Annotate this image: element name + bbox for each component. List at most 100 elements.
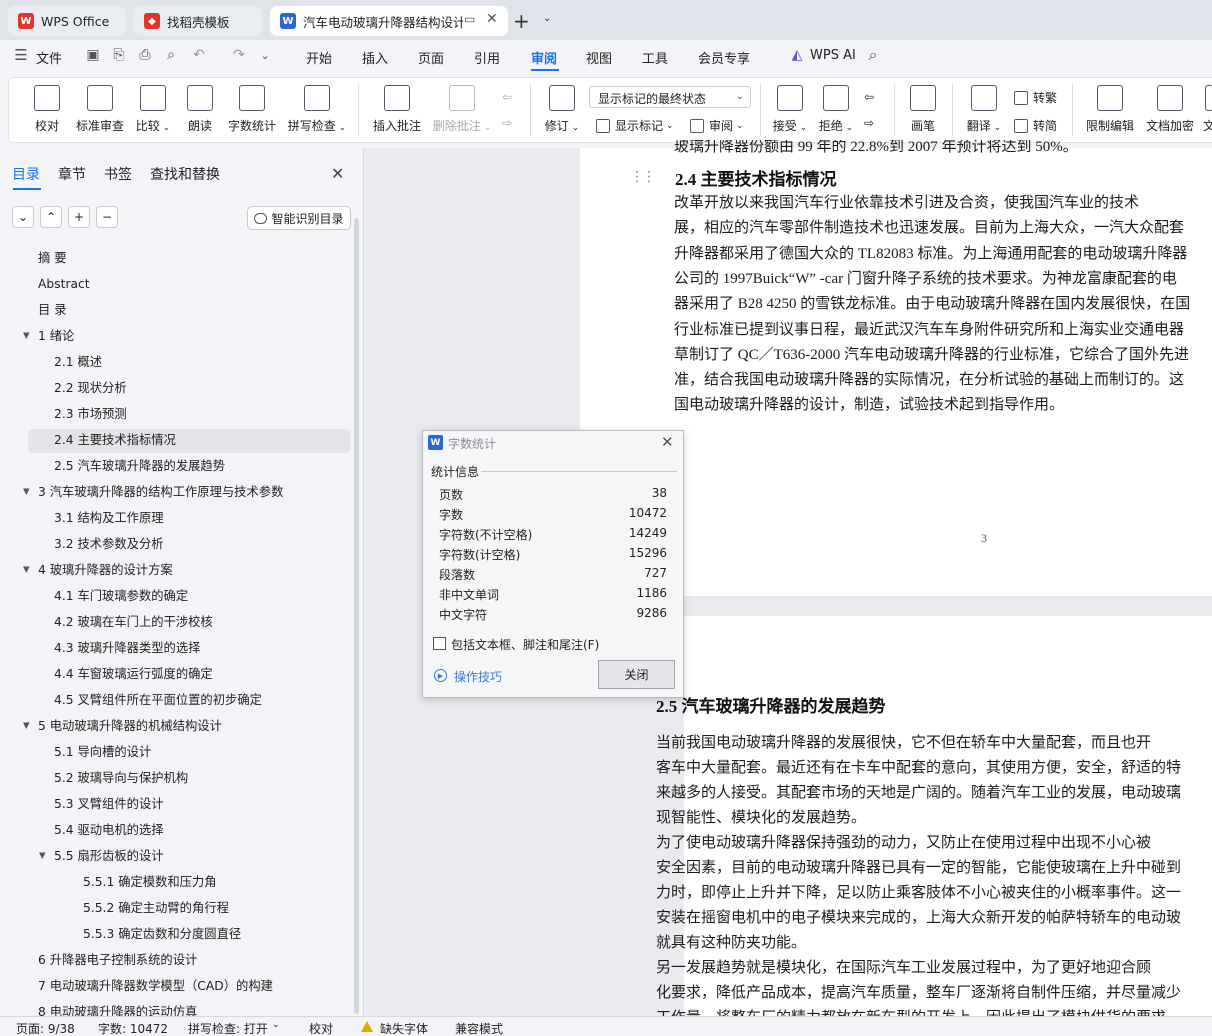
redo-icon[interactable]: ↷ (230, 46, 248, 64)
show-markup-button[interactable]: 显示标记 ⌄ (596, 117, 674, 134)
tab-window-icon[interactable]: ▭ (464, 12, 475, 26)
pen-button[interactable]: 画笔 (908, 85, 938, 134)
include-textbox-label[interactable]: 包括文本框、脚注和尾注(F) (451, 636, 599, 653)
track-changes-button[interactable]: 修订 ⌄ (542, 85, 582, 134)
page-indicator[interactable]: 页面: 9/38 (16, 1020, 75, 1036)
read-aloud-button[interactable]: 朗读 (184, 85, 216, 134)
expand-caret-icon[interactable]: ▼ (23, 487, 30, 497)
word-count-indicator[interactable]: 字数: 10472 (98, 1020, 168, 1036)
expand-caret-icon[interactable]: ▼ (39, 851, 46, 861)
chevron-down-icon[interactable]: ⌄ (256, 46, 274, 64)
print-preview-icon[interactable]: ⌕ (162, 46, 180, 64)
toc-item[interactable]: 2.2 现状分析 (54, 378, 127, 398)
tab-wps-office[interactable]: W WPS Office (8, 6, 126, 36)
to-traditional-button[interactable]: 转繁 (1014, 89, 1057, 106)
toc-item[interactable]: 6 升降器电子控制系统的设计 (38, 950, 197, 970)
toc-item[interactable]: 5 电动玻璃升降器的机械结构设计 (38, 716, 222, 736)
close-button[interactable]: 关闭 (598, 660, 675, 689)
search-icon[interactable]: ⌕ (864, 45, 882, 64)
toc-item[interactable]: 1 绪论 (38, 326, 74, 346)
toc-item[interactable]: 2.5 汽车玻璃升降器的发展趋势 (54, 456, 225, 476)
accept-button[interactable]: 接受 ⌄ (772, 85, 808, 134)
expand-caret-icon[interactable]: ▼ (23, 721, 30, 731)
new-tab-icon[interactable]: + (513, 9, 530, 33)
spell-check-button[interactable]: 拼写检查 ⌄ (287, 85, 347, 134)
add-heading-button[interactable]: + (68, 206, 90, 228)
drag-handle-icon[interactable]: ⋮⋮ (630, 169, 656, 185)
next-change-icon[interactable]: ⇨ (864, 116, 874, 130)
toc-item[interactable]: 5.3 叉臂组件的设计 (54, 794, 164, 814)
undo-icon[interactable]: ↶ (190, 46, 208, 64)
close-icon[interactable]: ✕ (661, 433, 674, 451)
save-icon[interactable]: ▣ (84, 46, 102, 64)
next-comment-icon[interactable]: ⇨ (502, 116, 512, 130)
toc-item[interactable]: 5.1 导向槽的设计 (54, 742, 151, 762)
prev-change-icon[interactable]: ⇦ (864, 90, 874, 104)
compare-button[interactable]: 比较 ⌄ (134, 85, 172, 134)
menu-file[interactable]: 文件 (36, 48, 62, 67)
standard-review-button[interactable]: 标准审查 (74, 85, 126, 134)
export-icon[interactable]: ⎘ (110, 46, 128, 64)
toc-item[interactable]: 5.5.1 确定模数和压力角 (83, 872, 217, 892)
menu-view[interactable]: 视图 (586, 48, 612, 67)
toc-item[interactable]: 4.3 玻璃升降器类型的选择 (54, 638, 200, 658)
toc-item[interactable]: 4 玻璃升降器的设计方案 (38, 560, 173, 580)
ribbon-overflow-item[interactable]: 文 (1203, 85, 1212, 134)
toc-item[interactable]: 7 电动玻璃升降器数学模型（CAD）的构建 (38, 976, 273, 996)
menu-review[interactable]: 审阅 (531, 48, 557, 67)
toc-item[interactable]: 2.4 主要技术指标情况 (54, 430, 176, 450)
missing-font-status[interactable]: 缺失字体 (380, 1020, 428, 1036)
include-textbox-checkbox[interactable] (433, 637, 446, 650)
tab-find-replace[interactable]: 查找和替换 (150, 164, 220, 184)
spell-check-status[interactable]: 拼写检查: 打开 (188, 1020, 268, 1036)
toc-item[interactable]: 摘 要 (38, 248, 67, 268)
delete-comment-button[interactable]: 删除批注 ⌄ (432, 85, 492, 134)
toc-item[interactable]: 3.2 技术参数及分析 (54, 534, 164, 554)
tab-chapters[interactable]: 章节 (58, 164, 86, 184)
encrypt-document-button[interactable]: 文档加密 (1144, 85, 1196, 134)
insert-comment-button[interactable]: 插入批注 (372, 85, 422, 134)
tab-docer-templates[interactable]: ◆ 找稻壳模板 (134, 6, 262, 36)
chevron-down-icon[interactable]: ⌄ (272, 1020, 280, 1030)
remove-heading-button[interactable]: − (96, 206, 118, 228)
menu-references[interactable]: 引用 (474, 48, 500, 67)
markup-display-select[interactable]: 显示标记的最终状态 ⌄ (589, 86, 751, 108)
review-pane-button[interactable]: 审阅 ⌄ (690, 117, 744, 134)
expand-down-button[interactable]: ⌄ (12, 206, 34, 228)
toc-item[interactable]: 3 汽车玻璃升降器的结构工作原理与技术参数 (38, 482, 283, 502)
menu-wps-ai[interactable]: WPS AI (810, 48, 856, 63)
toc-item[interactable]: 5.5 扇形齿板的设计 (54, 846, 164, 866)
tab-toc[interactable]: 目录 (12, 164, 40, 184)
toc-item[interactable]: Abstract (38, 274, 90, 294)
menu-member[interactable]: 会员专享 (698, 48, 750, 67)
tab-close-icon[interactable]: ✕ (486, 11, 498, 27)
restrict-editing-button[interactable]: 限制编辑 (1084, 85, 1136, 134)
print-icon[interactable]: ⎙ (136, 46, 154, 64)
reject-button[interactable]: 拒绝 ⌄ (818, 85, 854, 134)
tab-bookmarks[interactable]: 书签 (104, 164, 132, 184)
to-simplified-button[interactable]: 转简 (1014, 117, 1057, 134)
menu-page[interactable]: 页面 (418, 48, 444, 67)
toc-item[interactable]: 2.3 市场预测 (54, 404, 127, 424)
toc-item[interactable]: 3.1 结构及工作原理 (54, 508, 164, 528)
toc-item[interactable]: 5.5.3 确定齿数和分度圆直径 (83, 924, 241, 944)
toc-item[interactable]: 4.4 车窗玻璃运行弧度的确定 (54, 664, 213, 684)
toc-item[interactable]: 4.5 叉臂组件所在平面位置的初步确定 (54, 690, 262, 710)
menu-insert[interactable]: 插入 (362, 48, 388, 67)
toc-item[interactable]: 5.5.2 确定主动臂的角行程 (83, 898, 229, 918)
menu-home[interactable]: 开始 (306, 48, 332, 67)
word-count-button[interactable]: 字数统计 (226, 85, 278, 134)
toc-item[interactable]: 4.1 车门玻璃参数的确定 (54, 586, 188, 606)
hamburger-icon[interactable]: ☰ (12, 46, 30, 64)
toc-item[interactable]: 2.1 概述 (54, 352, 102, 372)
prev-comment-icon[interactable]: ⇦ (502, 90, 512, 104)
scrollbar[interactable] (354, 218, 359, 1014)
toc-item[interactable]: 4.2 玻璃在车门上的干涉校核 (54, 612, 213, 632)
close-icon[interactable]: ✕ (331, 164, 344, 183)
translate-button[interactable]: 翻译 ⌄ (966, 85, 1002, 134)
smart-detect-toc-button[interactable]: 智能识别目录 (247, 206, 351, 230)
expand-caret-icon[interactable]: ▼ (23, 565, 30, 575)
toc-item[interactable]: 8 电动玻璃升降器的运动仿真 (38, 1002, 197, 1016)
collapse-up-button[interactable]: ⌃ (40, 206, 62, 228)
menu-tools[interactable]: 工具 (642, 48, 668, 67)
